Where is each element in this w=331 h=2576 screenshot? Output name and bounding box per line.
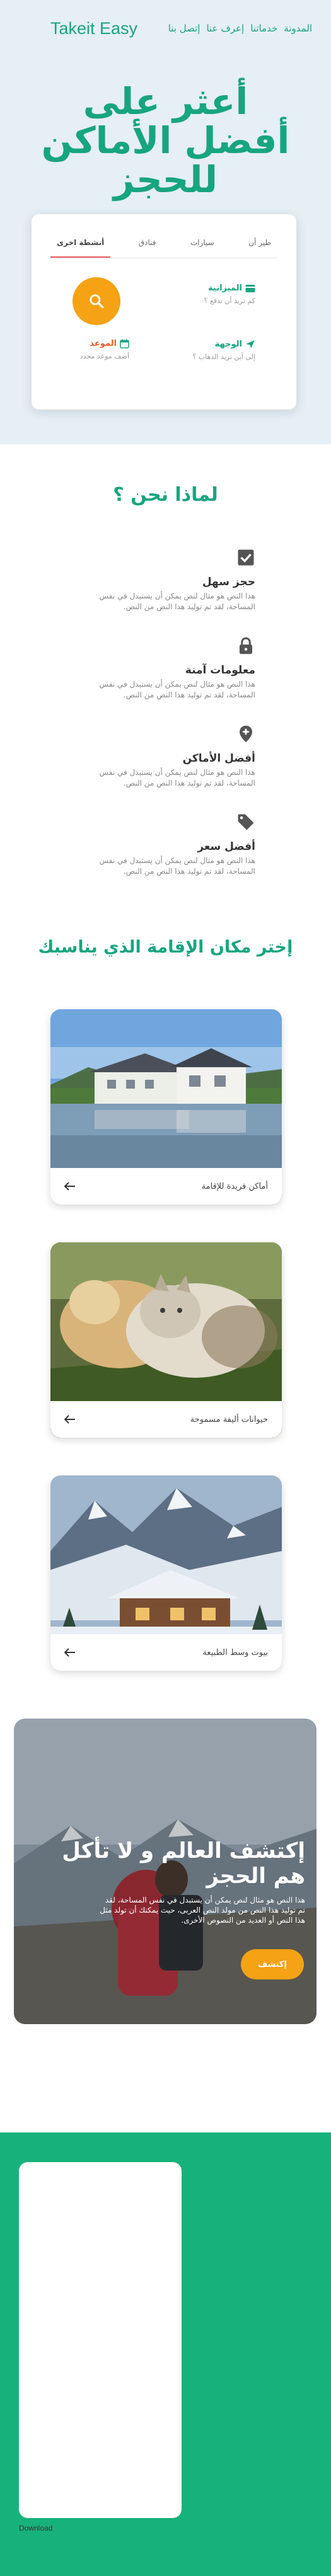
lock-icon <box>240 637 252 655</box>
footer: Download <box>0 2132 331 2576</box>
arrow-left-icon[interactable] <box>64 1648 76 1657</box>
place-card-unique-stays[interactable]: أماكن فريدة للإقامة <box>50 1009 282 1205</box>
card-label: حيوانات أليفة مسموحة <box>190 1414 268 1424</box>
feature-best-places: أفضل الأماكن هذا النص هو مثال لنص يمكن أ… <box>79 724 255 789</box>
search-button[interactable] <box>73 277 120 325</box>
destination-field[interactable]: الوجهة إلى أين تريد الذهاب ؟ <box>192 339 255 362</box>
download-link[interactable]: Download <box>19 2524 52 2533</box>
price-tag-icon <box>238 814 254 830</box>
feature-title: حجز سهل <box>202 576 255 588</box>
feature-title: معلومات آمنة <box>185 664 255 677</box>
feature-secure-info: معلومات آمنة هذا النص هو مثال لنص يمكن أ… <box>79 636 255 701</box>
nav-links: المدونة خدماتنا إعرف عنا إتصل بنا <box>168 23 312 34</box>
calendar-icon <box>120 339 129 348</box>
banner-title: إكتشف العالم و لا تأكل هم الحجز <box>62 1838 305 1889</box>
arrow-left-icon[interactable] <box>64 1415 76 1424</box>
search-icon <box>90 294 104 309</box>
why-us-title: لماذا نحن ؟ <box>113 484 218 506</box>
hero-title: أعثر على أفضل الأماكن للحجز <box>41 80 290 201</box>
search-card: طير أن سيارات فنادق أنشطة اخرى الميزانية… <box>32 214 296 409</box>
date-field[interactable]: الموعد أضف موعد محدد <box>80 339 129 360</box>
feature-desc: هذا النص هو مثال لنص يمكن أن يستبدل في ن… <box>99 856 255 876</box>
location-add-icon <box>240 725 252 743</box>
date-hint: أضف موعد محدد <box>79 352 129 360</box>
feature-desc: هذا النص هو مثال لنص يمكن أن يستبدل في ن… <box>99 768 255 787</box>
feature-desc: هذا النص هو مثال لنص يمكن أن يستبدل في ن… <box>99 592 255 611</box>
tab-flights[interactable]: طير أن <box>242 233 277 258</box>
discover-banner: إكتشف العالم و لا تأكل هم الحجز هذا النص… <box>14 1719 316 2024</box>
nav-link-services[interactable]: خدماتنا <box>250 23 277 34</box>
plane-icon <box>246 340 255 348</box>
banner-description: هذا النص هو مثال لنص يمكن أن يستبدل في ن… <box>100 1896 305 1925</box>
banner-text: إكتشف العالم و لا تأكل هم الحجز هذا النص… <box>40 1838 305 1925</box>
checkbox-icon <box>238 549 254 566</box>
destination-label: الوجهة <box>214 339 242 349</box>
nav-link-contact[interactable]: إتصل بنا <box>168 23 200 34</box>
feature-title: أفضل سعر <box>197 840 255 853</box>
feature-title: أفضل الأماكن <box>182 752 255 765</box>
tab-hotels[interactable]: فنادق <box>132 233 163 258</box>
feature-best-price: أفضل سعر هذا النص هو مثال لنص يمكن أن يس… <box>79 813 255 877</box>
card-label: أماكن فريدة للإقامة <box>201 1181 268 1191</box>
places-section-title: إختر مكان الإقامة الذي يناسبك <box>38 937 293 957</box>
budget-label: الميزانية <box>208 283 242 293</box>
feature-desc: هذا النص هو مثال لنص يمكن أن يستبدل في ن… <box>99 680 255 699</box>
card-label: بيوت وسط الطبيعة <box>202 1647 268 1657</box>
nav-link-about[interactable]: إعرف عنا <box>206 23 244 34</box>
place-card-pets-allowed[interactable]: حيوانات أليفة مسموحة <box>50 1242 282 1438</box>
card-label-bar: أماكن فريدة للإقامة <box>50 1168 282 1205</box>
hero-section: Takeit Easy المدونة خدماتنا إعرف عنا إتص… <box>0 0 331 444</box>
card-label-bar: بيوت وسط الطبيعة <box>50 1634 282 1671</box>
destination-hint: إلى أين تريد الذهاب ؟ <box>192 353 255 361</box>
nav-link-blog[interactable]: المدونة <box>284 23 312 34</box>
budget-field[interactable]: الميزانية كم تريد أن تدفع ؟ <box>204 283 255 305</box>
arrow-left-icon[interactable] <box>64 1182 76 1191</box>
feature-easy-booking: حجز سهل هذا النص هو مثال لنص يمكن أن يست… <box>79 548 255 612</box>
budget-hint: كم تريد أن تدفع ؟ <box>204 297 255 305</box>
date-label: الموعد <box>90 339 117 348</box>
place-card-nature-houses[interactable]: بيوت وسط الطبيعة <box>50 1475 282 1671</box>
wallet-icon <box>245 284 255 292</box>
brand-logo[interactable]: Takeit Easy <box>50 19 137 38</box>
tab-other-activities[interactable]: أنشطة اخرى <box>50 233 111 258</box>
tab-cars[interactable]: سيارات <box>184 233 221 258</box>
download-card <box>19 2162 182 2518</box>
discover-button[interactable]: إكتشف <box>241 1949 304 1979</box>
card-label-bar: حيوانات أليفة مسموحة <box>50 1401 282 1438</box>
search-tabs: طير أن سيارات فنادق أنشطة اخرى <box>50 233 277 258</box>
top-navigation: Takeit Easy المدونة خدماتنا إعرف عنا إتص… <box>0 0 331 57</box>
